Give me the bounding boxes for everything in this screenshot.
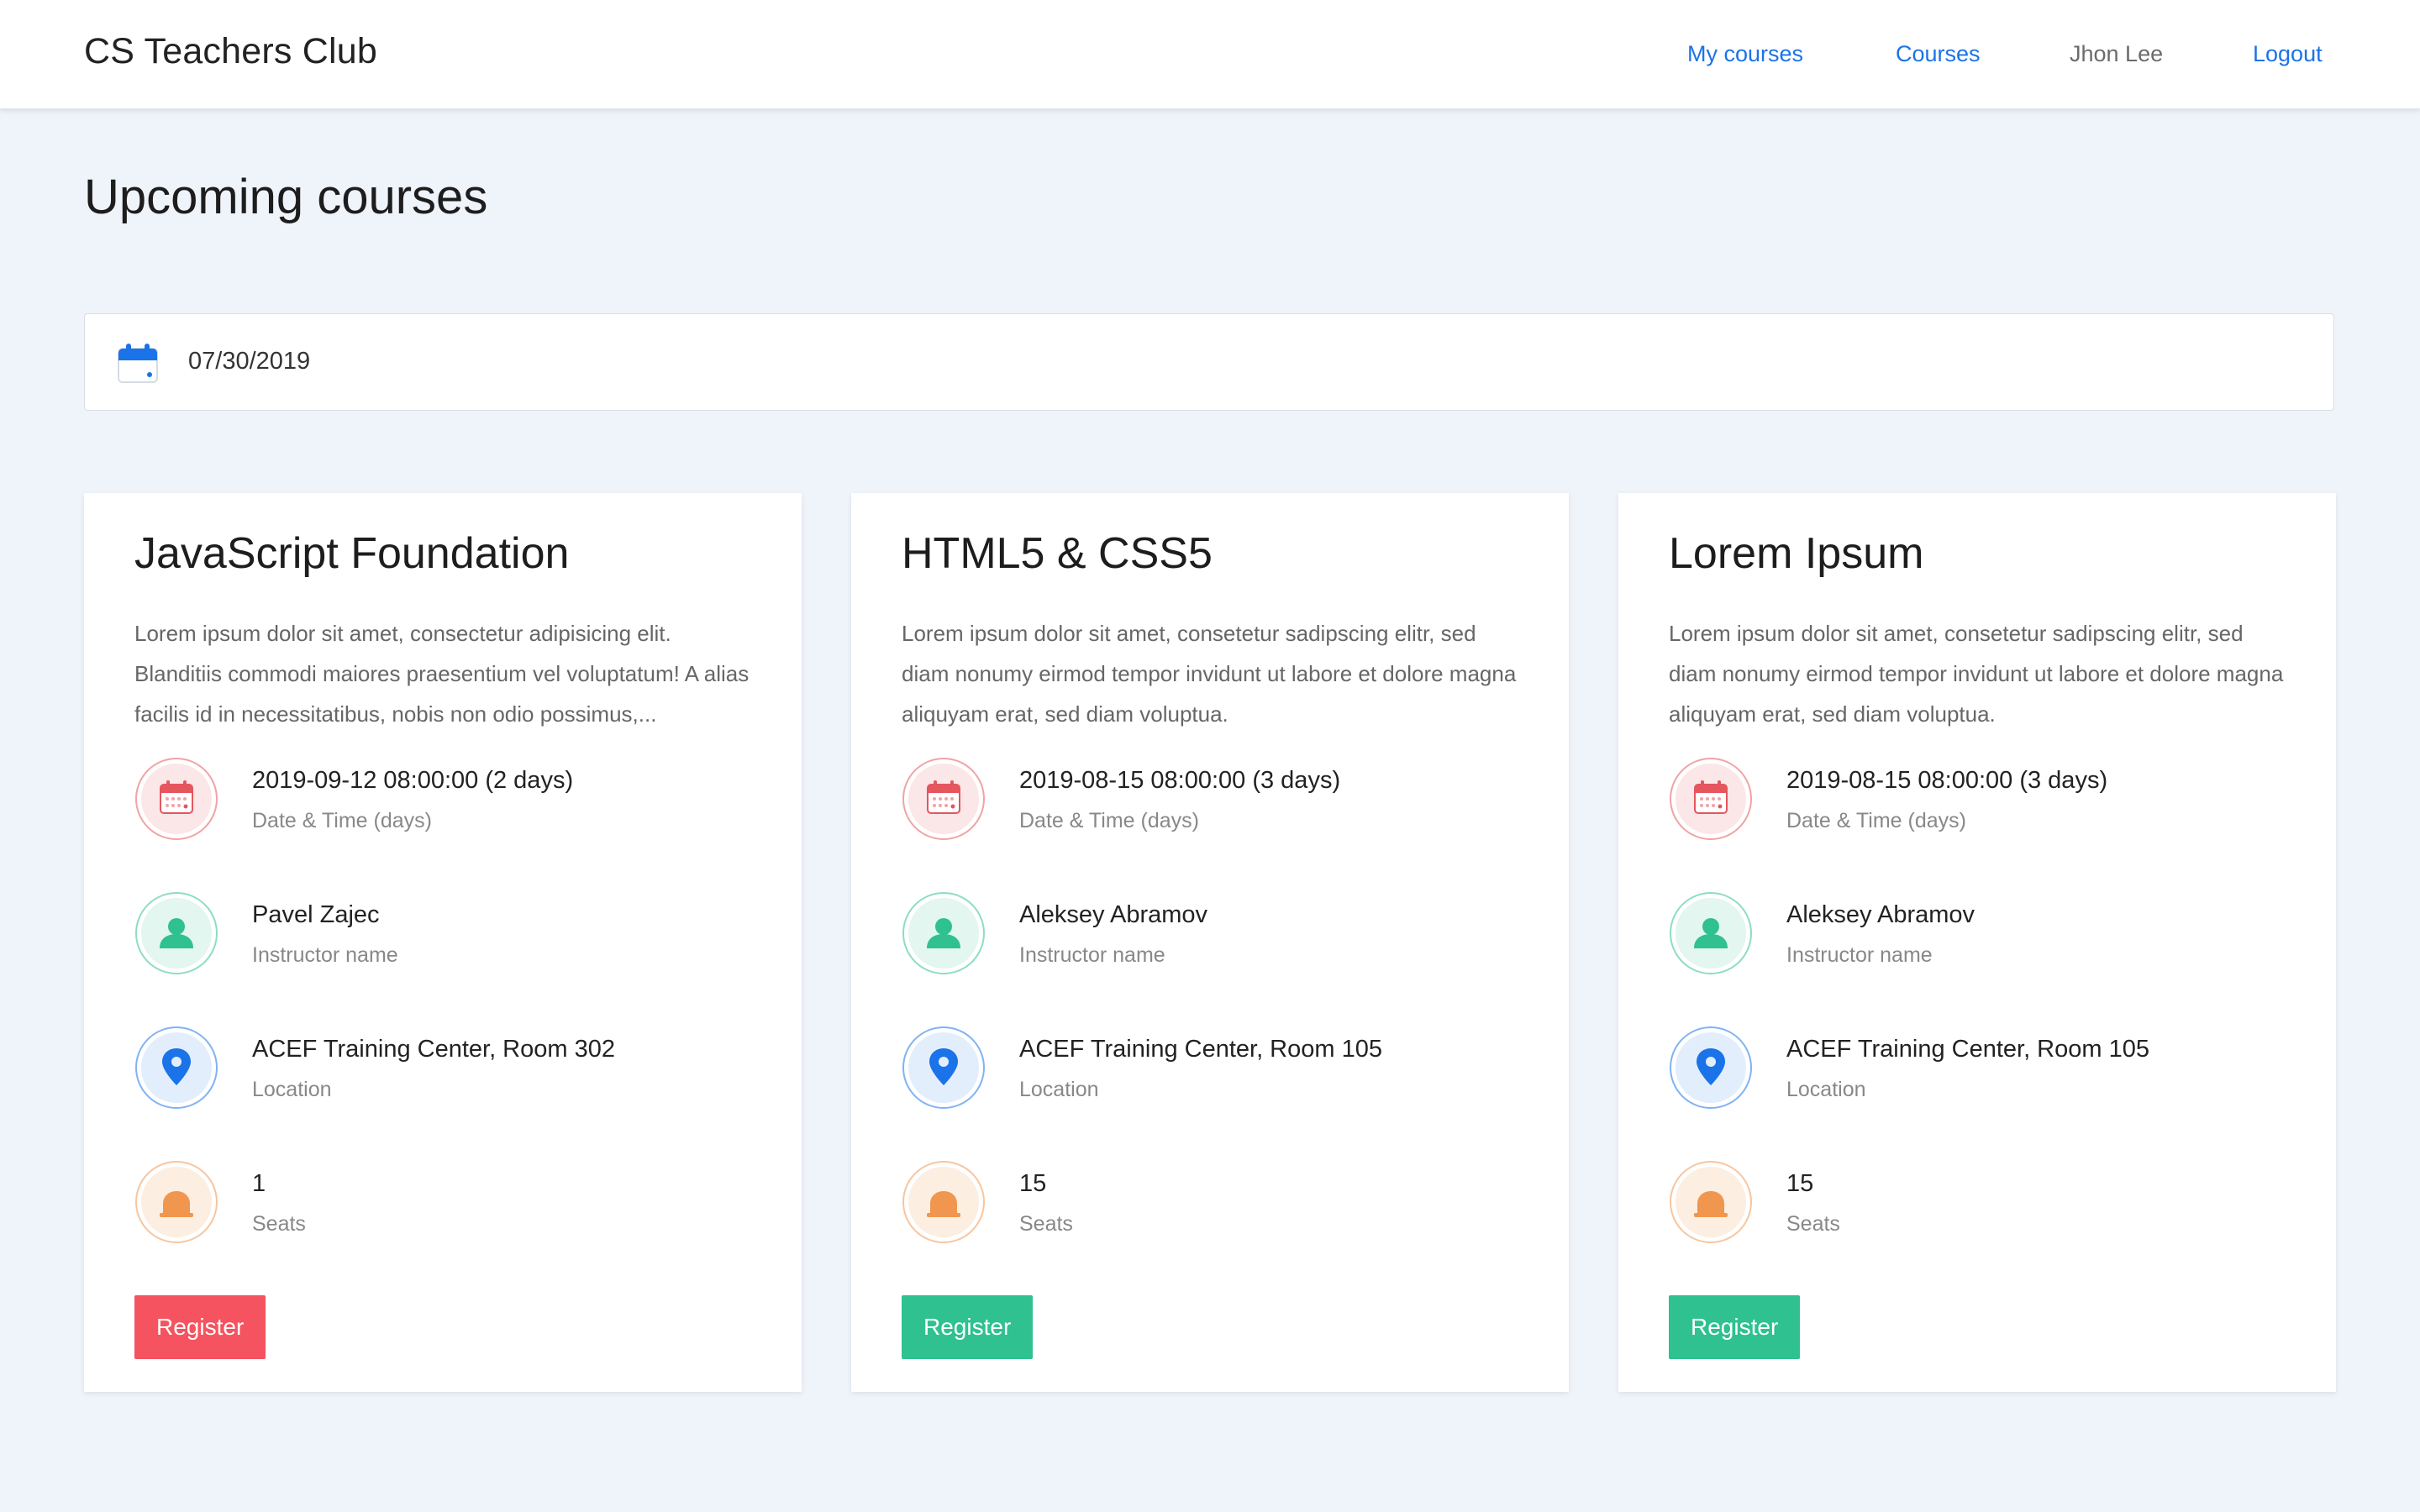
course-seats-label: Seats: [1786, 1212, 1840, 1236]
map-pin-icon: [902, 1026, 986, 1110]
course-datetime-label: Date & Time (days): [1019, 809, 1199, 832]
course-seats-label: Seats: [252, 1212, 306, 1236]
course-description: Lorem ipsum dolor sit amet, consetetur s…: [902, 621, 1517, 727]
course-datetime-row: 2019-08-15 08:00:00 (3 days) Date & Time…: [1669, 757, 2291, 844]
course-location-row: ACEF Training Center, Room 105 Location: [1669, 1026, 2291, 1113]
course-seats-value: 15: [1019, 1170, 1047, 1197]
course-location-value: ACEF Training Center, Room 105: [1786, 1036, 2149, 1063]
course-datetime-label: Date & Time (days): [252, 809, 432, 832]
user-icon: [1669, 891, 1753, 975]
seat-icon: [1669, 1160, 1753, 1244]
course-description: Lorem ipsum dolor sit amet, consectetur …: [134, 621, 750, 727]
course-instructor-row: Pavel Zajec Instructor name: [134, 891, 756, 979]
course-instructor-row: Aleksey Abramov Instructor name: [902, 891, 1523, 979]
brand-title[interactable]: CS Teachers Club: [84, 31, 377, 72]
user-icon: [134, 891, 218, 975]
top-navbar: CS Teachers Club My courses Courses Jhon…: [0, 0, 2420, 109]
nav-user-name: Jhon Lee: [2070, 41, 2164, 66]
page-title: Upcoming courses: [84, 170, 488, 224]
course-location-label: Location: [252, 1078, 332, 1101]
calendar-icon: [1669, 757, 1753, 841]
course-seats-value: 15: [1786, 1170, 1814, 1197]
register-button[interactable]: Register: [902, 1295, 1034, 1359]
course-datetime-row: 2019-09-12 08:00:00 (2 days) Date & Time…: [134, 757, 756, 844]
course-datetime-value: 2019-09-12 08:00:00 (2 days): [252, 767, 574, 794]
course-location-row: ACEF Training Center, Room 302 Location: [134, 1026, 756, 1113]
nav-my-courses-link[interactable]: My courses: [1687, 41, 1803, 75]
register-button[interactable]: Register: [134, 1295, 266, 1359]
course-instructor-label: Instructor name: [1786, 943, 1933, 967]
course-description: Lorem ipsum dolor sit amet, consetetur s…: [1669, 621, 2284, 727]
course-location-value: ACEF Training Center, Room 105: [1019, 1036, 1382, 1063]
date-picker-field[interactable]: 07/30/2019: [84, 313, 2334, 411]
course-seats-label: Seats: [1019, 1212, 1073, 1236]
course-seats-row: 1 Seats: [134, 1160, 756, 1247]
seat-icon: [134, 1160, 218, 1244]
course-instructor-value: Pavel Zajec: [252, 901, 380, 928]
course-instructor-value: Aleksey Abramov: [1786, 901, 1975, 928]
course-seats-row: 15 Seats: [1669, 1160, 2291, 1247]
nav-courses-link[interactable]: Courses: [1896, 41, 1981, 75]
course-instructor-label: Instructor name: [252, 943, 398, 967]
course-datetime-row: 2019-08-15 08:00:00 (3 days) Date & Time…: [902, 757, 1523, 844]
course-location-row: ACEF Training Center, Room 105 Location: [902, 1026, 1523, 1113]
calendar-icon[interactable]: [117, 342, 159, 384]
map-pin-icon: [1669, 1026, 1753, 1110]
calendar-icon: [134, 757, 218, 841]
course-location-label: Location: [1786, 1078, 1866, 1101]
course-title: HTML5 & CSS5: [902, 529, 1213, 578]
course-card: HTML5 & CSS5 Lorem ipsum dolor sit amet,…: [851, 493, 1569, 1392]
course-instructor-label: Instructor name: [1019, 943, 1165, 967]
nav-logout-link[interactable]: Logout: [2253, 41, 2323, 75]
register-button[interactable]: Register: [1669, 1295, 1801, 1359]
course-seats-value: 1: [252, 1170, 266, 1197]
course-datetime-value: 2019-08-15 08:00:00 (3 days): [1019, 767, 1341, 794]
map-pin-icon: [134, 1026, 218, 1110]
course-datetime-value: 2019-08-15 08:00:00 (3 days): [1786, 767, 2108, 794]
user-icon: [902, 891, 986, 975]
course-instructor-value: Aleksey Abramov: [1019, 901, 1208, 928]
seat-icon: [902, 1160, 986, 1244]
course-card: Lorem Ipsum Lorem ipsum dolor sit amet, …: [1618, 493, 2336, 1392]
course-location-value: ACEF Training Center, Room 302: [252, 1036, 615, 1063]
course-seats-row: 15 Seats: [902, 1160, 1523, 1247]
calendar-icon: [902, 757, 986, 841]
course-datetime-label: Date & Time (days): [1786, 809, 1966, 832]
date-picker-value[interactable]: 07/30/2019: [188, 348, 310, 375]
course-card: JavaScript Foundation Lorem ipsum dolor …: [84, 493, 802, 1392]
course-instructor-row: Aleksey Abramov Instructor name: [1669, 891, 2291, 979]
course-title: Lorem Ipsum: [1669, 529, 1924, 578]
course-title: JavaScript Foundation: [134, 529, 570, 578]
course-location-label: Location: [1019, 1078, 1099, 1101]
